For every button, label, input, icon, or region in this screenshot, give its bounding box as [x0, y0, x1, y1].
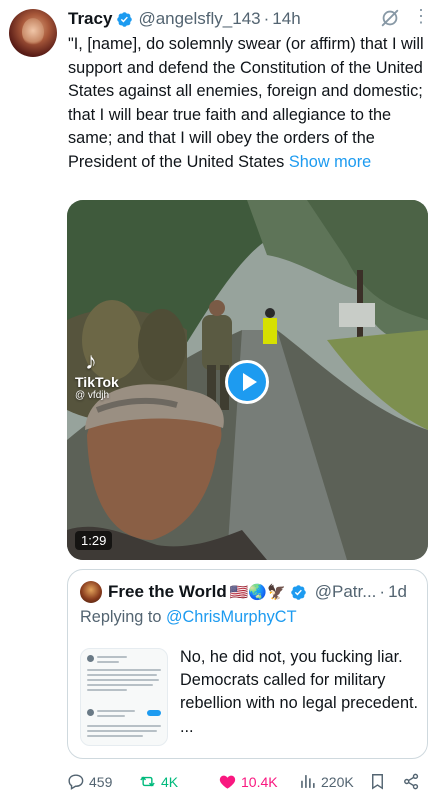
tiktok-user: @ vfdjh [75, 390, 110, 401]
video-duration: 1:29 [75, 531, 113, 550]
quote-author-emojis: 🇺🇸🌏🦅 [229, 584, 286, 601]
thumb-line [87, 669, 161, 671]
repost-count: 4K [161, 773, 179, 790]
replying-to: Replying to @ChrisMurphyCT [80, 608, 297, 627]
tweet-header: Tracy @angelsfly_143 · 14h [68, 8, 429, 30]
repost-button[interactable]: 4K [138, 772, 178, 791]
verified-badge-icon [290, 584, 306, 600]
tweet-text: "I, [name], do solemnly swear (or affirm… [68, 33, 430, 174]
avatar[interactable] [9, 9, 57, 57]
like-icon [219, 775, 236, 789]
thumb-line [97, 710, 135, 712]
quote-image-thumbnail[interactable] [80, 648, 168, 746]
separator: · [263, 9, 270, 28]
thumb-line [87, 725, 161, 727]
quoted-tweet[interactable]: Free the World 🇺🇸🌏🦅 @Patr... · 1d Replyi… [67, 569, 428, 759]
timestamp[interactable]: 14h [272, 9, 300, 29]
tiktok-label: TikTok [75, 374, 119, 390]
thumb-line [87, 730, 157, 732]
quote-text: No, he did not, you fucking liar. Democr… [180, 648, 419, 736]
verified-badge-icon [117, 11, 133, 27]
like-count: 10.4K [241, 773, 278, 790]
thumb-avatar [87, 655, 94, 662]
thumb-line [97, 715, 125, 717]
grok-icon[interactable] [379, 7, 401, 29]
quote-timestamp[interactable]: 1d [388, 582, 407, 602]
thumb-button [147, 710, 161, 716]
views-button[interactable]: 220K [298, 772, 354, 791]
thumb-line [87, 674, 157, 676]
tiktok-watermark: ♪ TikTok @ vfdjh [75, 348, 119, 402]
quote-author-name[interactable]: Free the World [108, 582, 227, 602]
action-bar: 459 4K 10.4K 220K [62, 768, 432, 794]
thumb-line [87, 689, 127, 691]
share-button[interactable] [402, 772, 425, 791]
like-button[interactable]: 10.4K [218, 772, 278, 791]
repost-icon [140, 776, 155, 787]
author-name[interactable]: Tracy [68, 9, 112, 29]
thumb-line [87, 684, 153, 686]
share-icon [404, 773, 419, 790]
bookmark-button[interactable] [368, 772, 391, 791]
thumb-line [87, 679, 159, 681]
quote-header: Free the World 🇺🇸🌏🦅 @Patr... · 1d [80, 580, 419, 604]
show-more-link[interactable]: Show more [289, 153, 371, 171]
thumb-line [97, 656, 127, 658]
reply-icon [68, 774, 84, 790]
play-icon[interactable] [225, 360, 269, 404]
quote-author-handle[interactable]: @Patr... [315, 582, 377, 602]
thumb-avatar [87, 709, 94, 716]
author-handle[interactable]: @angelsfly_143 [138, 9, 260, 29]
bookmark-icon [372, 774, 383, 790]
views-icon [301, 775, 315, 788]
tiktok-icon: ♪ [85, 348, 97, 375]
quote-avatar[interactable] [80, 581, 102, 603]
more-icon[interactable]: ⋮ [412, 7, 430, 25]
tweet-body: "I, [name], do solemnly swear (or affirm… [68, 35, 424, 171]
video-player[interactable]: ♪ TikTok @ vfdjh 1:29 [67, 200, 428, 560]
thumb-line [97, 661, 119, 663]
reply-button[interactable]: 459 [66, 772, 112, 791]
quote-separator: · [379, 582, 386, 601]
views-count: 220K [321, 773, 354, 790]
thumb-line [87, 735, 143, 737]
reply-count: 459 [89, 773, 113, 790]
replying-prefix: Replying to [80, 608, 162, 626]
replying-mention[interactable]: @ChrisMurphyCT [166, 608, 297, 626]
